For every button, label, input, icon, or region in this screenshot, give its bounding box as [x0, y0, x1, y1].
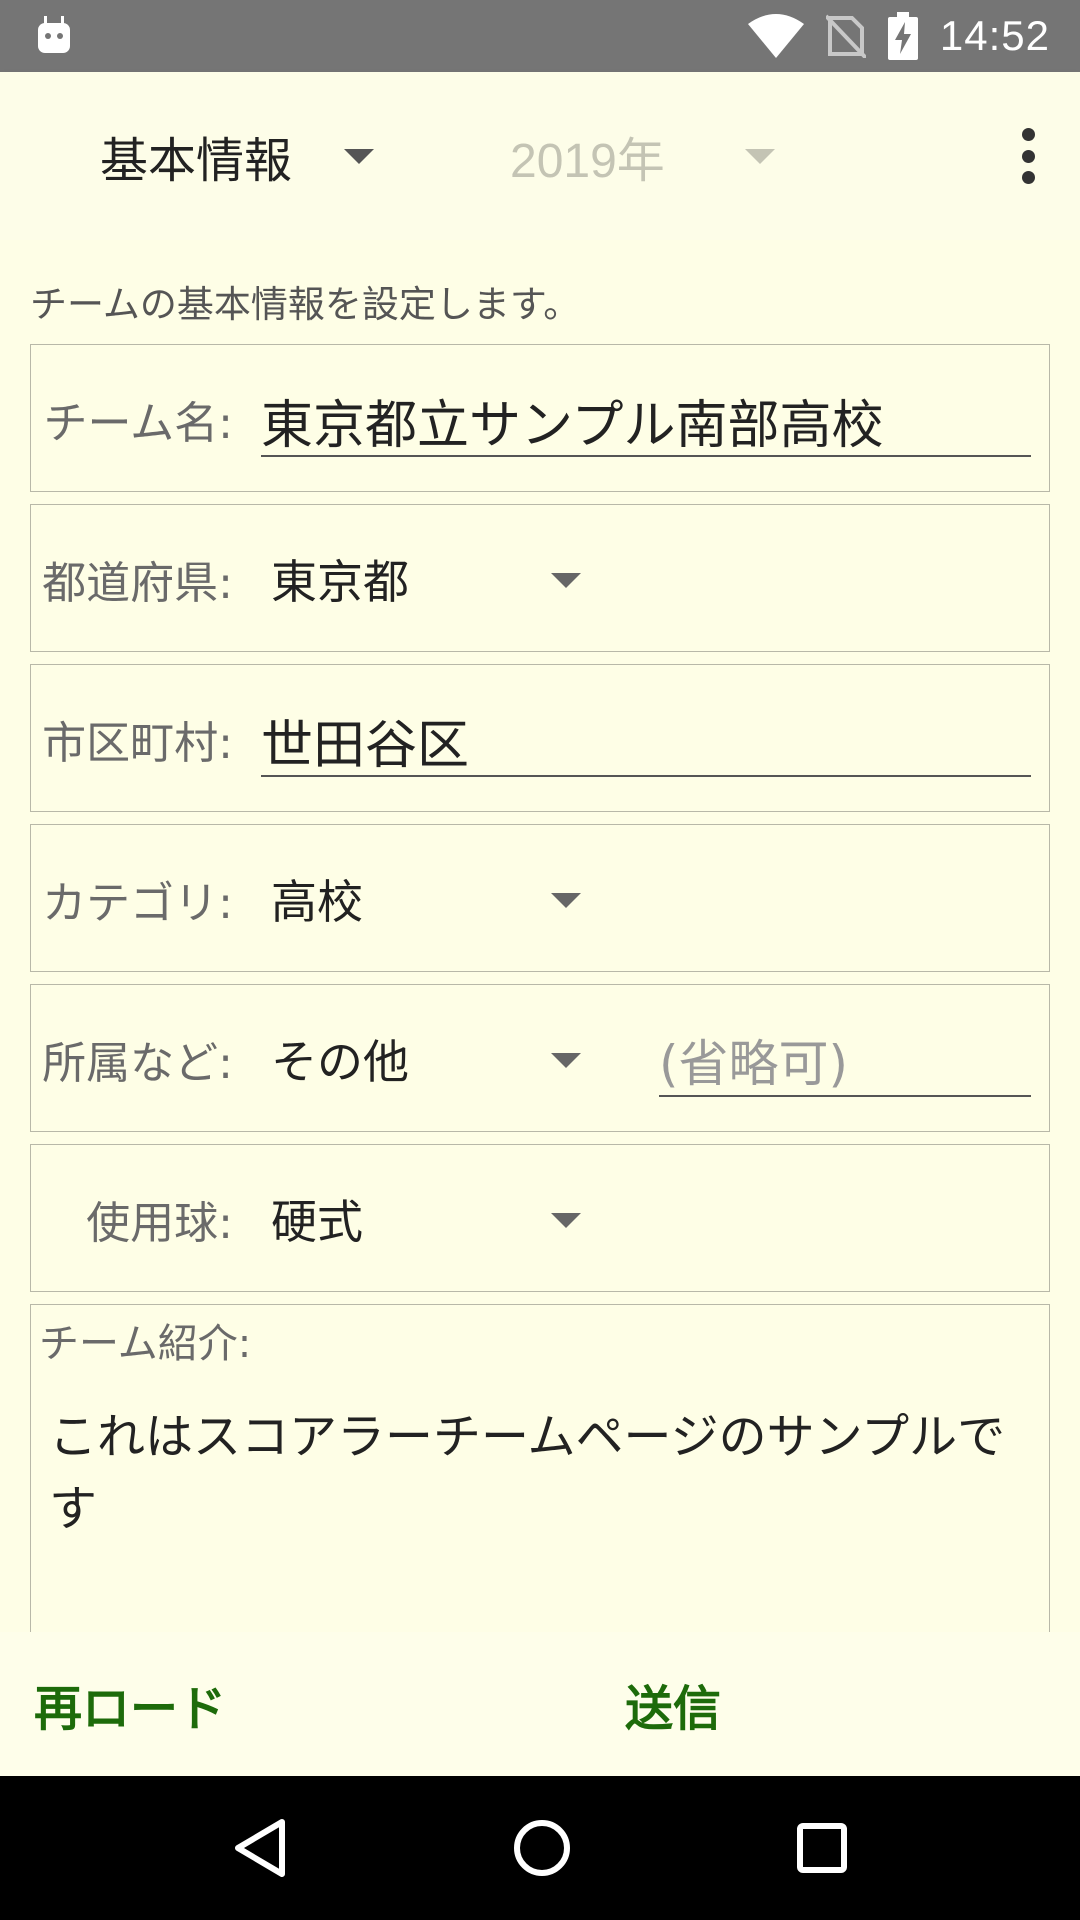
team-intro-box: チーム紹介: これはスコアラーチームページのサンプルです — [30, 1304, 1050, 1632]
city-label: 市区町村: — [42, 718, 233, 769]
year-spinner[interactable]: 2019年 — [510, 72, 775, 240]
status-time: 14:52 — [939, 12, 1050, 59]
more-vert-icon — [1021, 128, 1035, 141]
button-bar: 再ロード 送信 — [0, 1632, 1080, 1776]
back-icon[interactable] — [232, 1818, 288, 1878]
prefecture-row: 都道府県: 東京都 — [30, 504, 1050, 652]
category-value: 高校 — [271, 875, 363, 929]
prefecture-label: 都道府県: — [42, 558, 233, 609]
reload-button[interactable]: 再ロード — [34, 1632, 226, 1776]
battery-charging-icon — [887, 12, 918, 60]
category-label: カテゴリ: — [42, 878, 233, 929]
ball-row: 使用球: 硬式 — [30, 1144, 1050, 1292]
team-intro-label: チーム紹介: — [39, 1321, 252, 1367]
overflow-menu-button[interactable] — [1016, 128, 1040, 184]
status-bar: 14:52 — [0, 0, 1080, 72]
dropdown-arrow-icon — [551, 893, 581, 908]
team-name-row: チーム名: 東京都立サンプル南部高校 — [30, 344, 1050, 492]
dropdown-arrow-icon — [551, 1213, 581, 1228]
affiliation-spinner[interactable]: その他 — [271, 985, 611, 1133]
category-spinner[interactable]: 高校 — [271, 825, 611, 973]
home-icon[interactable] — [512, 1818, 572, 1878]
form-content[interactable]: チームの基本情報を設定します。 チーム名: 東京都立サンプル南部高校 都道府県:… — [0, 240, 1080, 1632]
affiliation-row: 所属など: その他 (省略可) — [30, 984, 1050, 1132]
city-input[interactable]: 世田谷区 — [261, 705, 1031, 777]
dropdown-arrow-icon — [344, 148, 375, 164]
section-spinner-label: 基本情報 — [100, 133, 293, 189]
dropdown-arrow-icon — [551, 573, 581, 588]
toolbar: 基本情報 2019年 — [0, 72, 1080, 240]
no-sim-icon — [825, 14, 866, 58]
team-intro-input[interactable]: これはスコアラーチームページのサンプルです — [49, 1401, 1039, 1545]
send-button[interactable]: 送信 — [625, 1632, 721, 1776]
prefecture-value: 東京都 — [271, 555, 409, 609]
wifi-icon — [747, 14, 804, 58]
affiliation-value: その他 — [271, 1035, 409, 1089]
affiliation-label: 所属など: — [42, 1038, 233, 1089]
section-spinner[interactable]: 基本情報 — [100, 72, 375, 240]
team-name-input[interactable]: 東京都立サンプル南部高校 — [261, 385, 1031, 457]
ball-spinner[interactable]: 硬式 — [271, 1145, 611, 1293]
ball-label: 使用球: — [86, 1198, 233, 1249]
android-notification-icon — [38, 16, 70, 53]
prefecture-spinner[interactable]: 東京都 — [271, 505, 611, 653]
city-row: 市区町村: 世田谷区 — [30, 664, 1050, 812]
category-row: カテゴリ: 高校 — [30, 824, 1050, 972]
dropdown-arrow-icon — [551, 1053, 581, 1068]
year-spinner-label: 2019年 — [510, 135, 665, 188]
navigation-bar — [0, 1776, 1080, 1920]
affiliation-detail-input[interactable]: (省略可) — [659, 1025, 1031, 1097]
team-name-label: チーム名: — [43, 398, 233, 449]
dropdown-arrow-icon — [744, 148, 775, 164]
recents-icon[interactable] — [796, 1822, 848, 1874]
form-description: チームの基本情報を設定します。 — [30, 283, 581, 326]
ball-value: 硬式 — [271, 1195, 363, 1249]
